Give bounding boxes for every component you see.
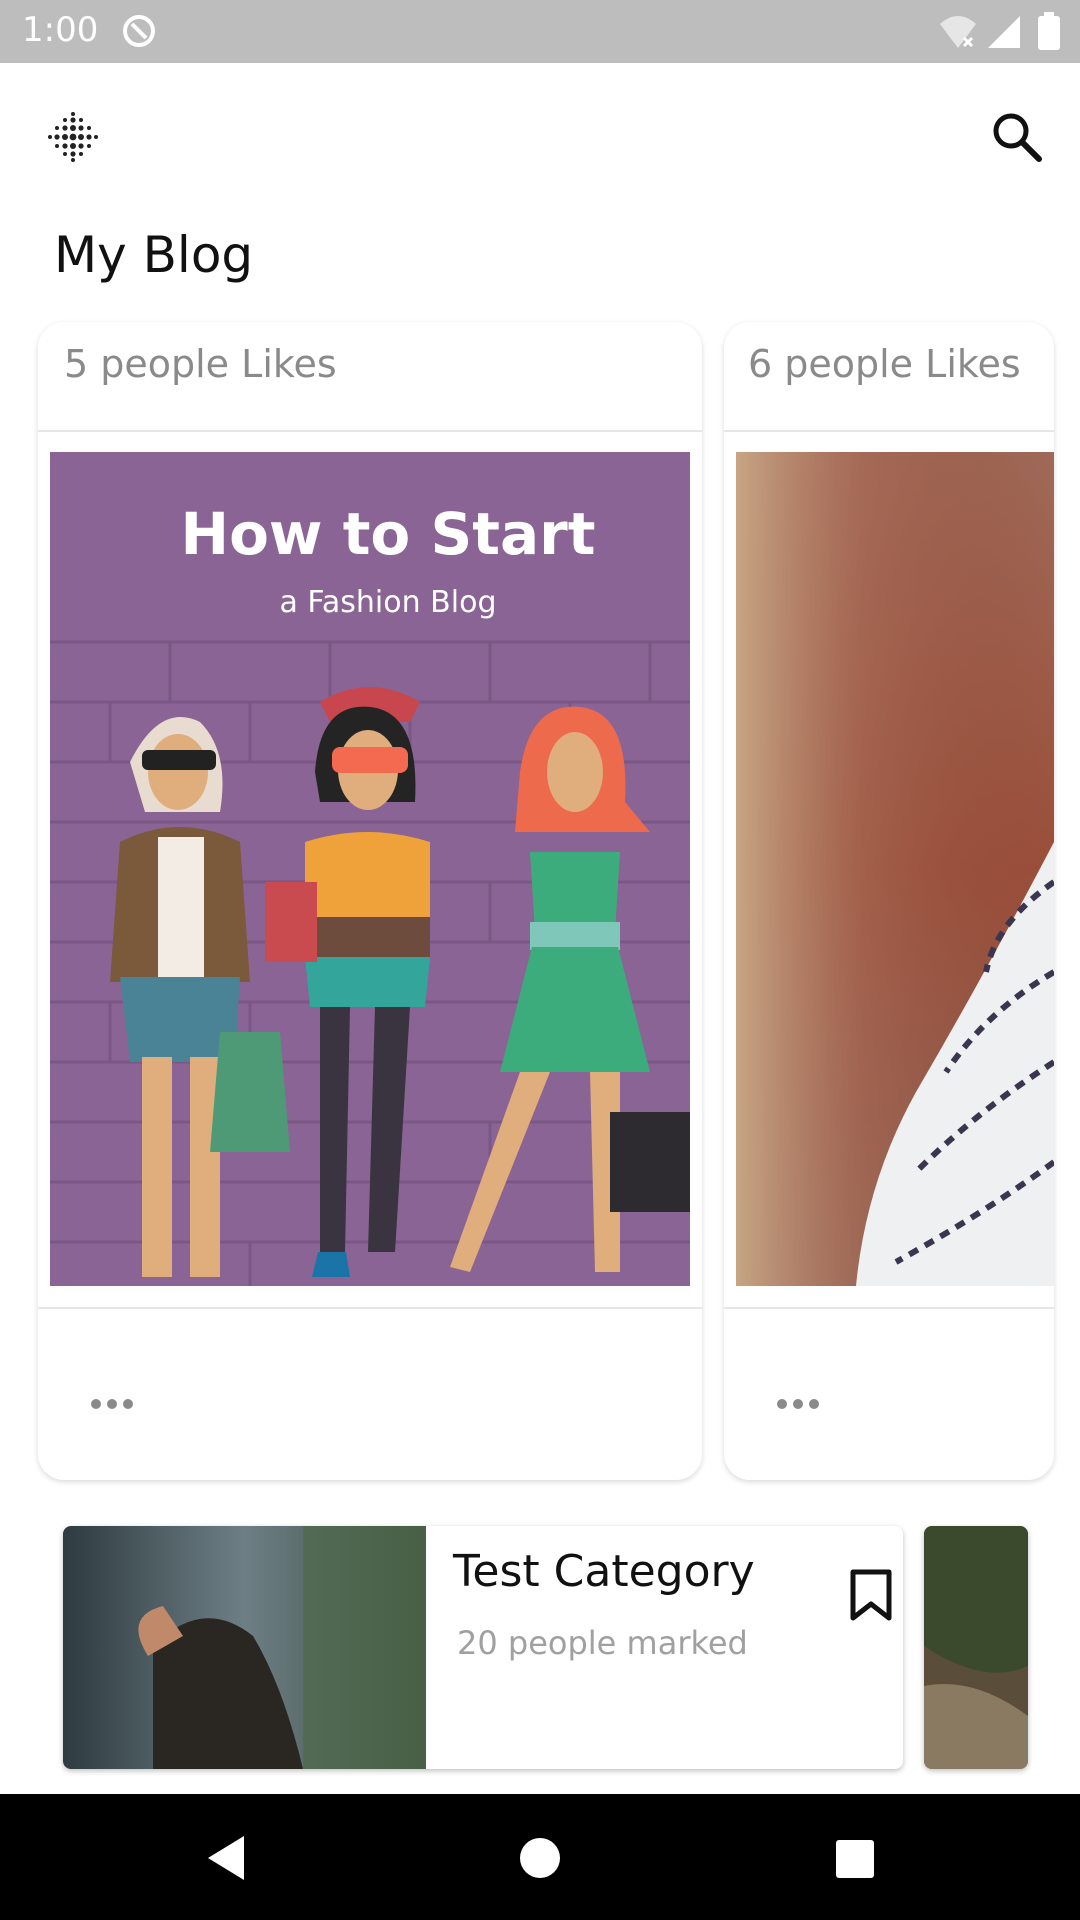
category-card[interactable]: Test Category 20 people marked	[63, 1526, 903, 1769]
more-horizontal-icon[interactable]	[776, 1396, 820, 1412]
signal-icon	[988, 16, 1020, 48]
blog-cover-image[interactable]: How to Start a Fashion Blog	[50, 452, 690, 1286]
cover-subtitle: a Fashion Blog	[279, 585, 496, 620]
category-subtitle: 20 people marked	[457, 1624, 748, 1662]
battery-icon	[1038, 12, 1060, 50]
category-card[interactable]	[924, 1526, 1028, 1769]
status-bar: 1:00	[0, 0, 1080, 63]
bookmark-icon[interactable]	[849, 1568, 893, 1622]
blog-card[interactable]: 5 people Likes How to Start a Fashion Bl…	[38, 322, 702, 1480]
search-icon[interactable]	[990, 110, 1044, 164]
category-title: Test Category	[453, 1546, 755, 1597]
divider	[724, 430, 1054, 432]
wifi-off-icon	[940, 16, 976, 48]
recents-icon[interactable]	[826, 1830, 882, 1886]
category-image	[63, 1526, 426, 1769]
dots-grid-icon[interactable]	[46, 110, 100, 164]
divider	[38, 430, 702, 432]
category-image	[924, 1526, 1028, 1769]
divider	[38, 1307, 702, 1309]
page-title: My Blog	[54, 226, 254, 284]
sync-icon	[123, 15, 155, 47]
likes-count: 6 people Likes	[748, 342, 1021, 386]
blog-card[interactable]: 6 people Likes	[724, 322, 1054, 1480]
back-icon[interactable]	[198, 1830, 254, 1886]
blog-cover-image[interactable]	[736, 452, 1054, 1286]
cover-title: How to Start	[181, 500, 596, 568]
more-horizontal-icon[interactable]	[90, 1396, 134, 1412]
status-time: 1:00	[22, 10, 99, 50]
navigation-bar	[0, 1794, 1080, 1920]
home-icon[interactable]	[512, 1830, 568, 1886]
divider	[724, 1307, 1054, 1309]
likes-count: 5 people Likes	[64, 342, 337, 386]
